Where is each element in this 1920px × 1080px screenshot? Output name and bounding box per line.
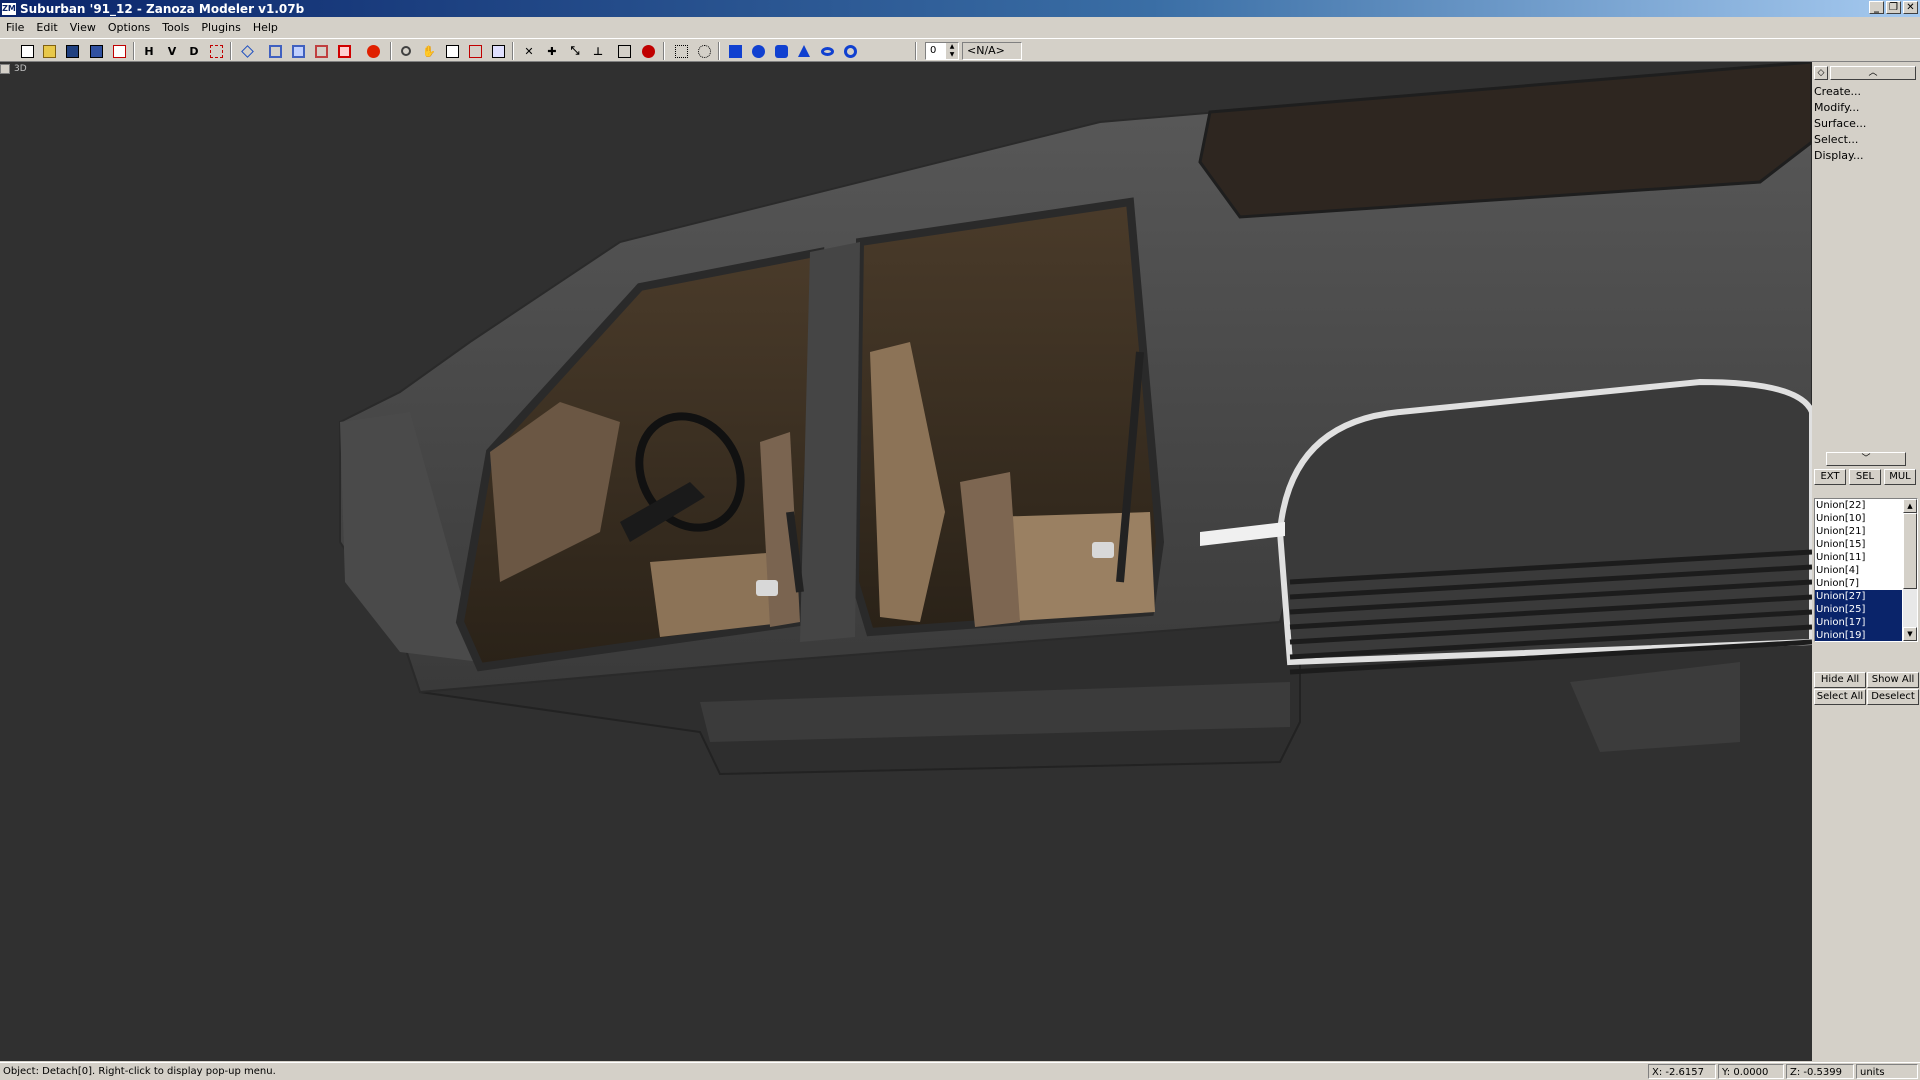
zoom-region-icon[interactable] [466, 42, 484, 60]
window-title: Suburban '91_12 - Zanoza Modeler v1.07b [20, 1, 305, 16]
menu-plugins[interactable]: Plugins [195, 19, 246, 37]
zoom-icon[interactable] [397, 42, 415, 60]
object-list-item[interactable]: Union[25] [1815, 603, 1902, 616]
menu-options[interactable]: Options [102, 19, 156, 37]
status-bar: Object: Detach[0]. Right-click to displa… [0, 1062, 1920, 1080]
menu-bar: File Edit View Options Tools Plugins Hel… [0, 18, 1920, 37]
rotate-view-icon[interactable] [443, 42, 461, 60]
select-all-button[interactable]: Select All [1814, 689, 1866, 705]
restore-button[interactable]: ❐ [1886, 1, 1901, 14]
menu-view[interactable]: View [64, 19, 102, 37]
select-rect-icon[interactable] [672, 42, 690, 60]
create-cone-icon[interactable] [795, 42, 813, 60]
object-list-item[interactable]: Union[17] [1815, 616, 1902, 629]
panel-surface[interactable]: Surface... [1814, 116, 1866, 132]
value-spinner[interactable]: 0 ▲ ▼ [925, 42, 959, 60]
save-icon[interactable] [63, 42, 81, 60]
panel-display[interactable]: Display... [1814, 148, 1863, 164]
rotate-icon[interactable]: ✚ [543, 42, 561, 60]
cube-top-icon[interactable] [312, 42, 330, 60]
scale-icon[interactable]: ⤡ [566, 42, 584, 60]
panel-modify[interactable]: Modify... [1814, 100, 1859, 116]
scroll-thumb[interactable] [1903, 513, 1917, 589]
hide-all-button[interactable]: Hide All [1814, 672, 1866, 688]
object-list-item[interactable]: Union[4] [1815, 564, 1902, 577]
status-z-coord: Z: -0.5399 [1786, 1064, 1854, 1079]
right-panel: ◇ ︿ Create... Modify... Surface... Selec… [1812, 62, 1920, 1061]
axis-icon[interactable] [207, 42, 225, 60]
scroll-up-arrow-icon[interactable]: ▲ [1903, 499, 1917, 513]
status-y-coord: Y: 0.0000 [1718, 1064, 1784, 1079]
tab-ext[interactable]: EXT [1814, 469, 1846, 485]
window-controls: _ ❐ ✕ [1869, 1, 1918, 14]
object-list-item[interactable]: Union[7] [1815, 577, 1902, 590]
spinner-value: 0 [930, 45, 937, 56]
panel-scroll-up-icon[interactable]: ︿ [1830, 66, 1916, 80]
belt-buckle-front [756, 580, 778, 596]
status-message: Object: Detach[0]. Right-click to displa… [3, 1066, 276, 1077]
object-list-item[interactable]: Union[21] [1815, 525, 1902, 538]
b-pillar [800, 242, 860, 642]
object-list-item[interactable]: Union[27] [1815, 590, 1902, 603]
belt-buckle-rear [1092, 542, 1114, 558]
create-tube-icon[interactable] [841, 42, 859, 60]
object-list-item[interactable]: Union[19] [1815, 629, 1902, 641]
hide-toggle-button[interactable]: H [140, 42, 158, 60]
save-as-icon[interactable] [87, 42, 105, 60]
object-list-item[interactable]: Union[15] [1815, 538, 1902, 551]
object-list-scrollbar[interactable]: ▲ ▼ [1903, 499, 1917, 641]
object-list-item[interactable]: Union[22] [1815, 499, 1902, 512]
close-button[interactable]: ✕ [1903, 1, 1918, 14]
mode-2d3d-icon[interactable] [615, 42, 633, 60]
create-sphere-icon[interactable] [749, 42, 767, 60]
title-bar: ZM Suburban '91_12 - Zanoza Modeler v1.0… [0, 0, 1920, 17]
panel-toggle-icon[interactable]: ◇ [1814, 66, 1828, 80]
sphere-red-icon[interactable] [364, 42, 382, 60]
tab-sel[interactable]: SEL [1849, 469, 1881, 485]
deselect-button[interactable]: Deselect [1867, 689, 1919, 705]
create-torus-icon[interactable] [818, 42, 836, 60]
new-file-icon[interactable] [18, 42, 36, 60]
status-x-coord: X: -2.6157 [1648, 1064, 1716, 1079]
move-icon[interactable]: ✕ [520, 42, 538, 60]
select-circle-icon[interactable] [695, 42, 713, 60]
open-folder-icon[interactable] [40, 42, 58, 60]
panel-scroll-down-icon[interactable]: ﹀ [1826, 452, 1906, 466]
vertex-toggle-button[interactable]: V [163, 42, 181, 60]
exhaust-housing [1570, 662, 1740, 752]
create-cylinder-icon[interactable] [772, 42, 790, 60]
panel-create[interactable]: Create... [1814, 84, 1861, 100]
create-box-icon[interactable] [726, 42, 744, 60]
menu-help[interactable]: Help [247, 19, 284, 37]
toolbar: H V D ✋ ✕ ✚ ⤡ ⊥ 0 ▲ ▼ <N/A> [0, 38, 1920, 62]
menu-tools[interactable]: Tools [156, 19, 195, 37]
menu-edit[interactable]: Edit [30, 19, 63, 37]
app-icon: ZM [2, 2, 16, 15]
mirror-icon[interactable]: ⊥ [589, 42, 607, 60]
minimize-button[interactable]: _ [1869, 1, 1884, 14]
status-units: units [1856, 1064, 1918, 1079]
export-icon[interactable] [110, 42, 128, 60]
object-list-item[interactable]: Union[10] [1815, 512, 1902, 525]
material-field[interactable]: <N/A> [962, 42, 1022, 60]
scroll-down-arrow-icon[interactable]: ▼ [1903, 627, 1917, 641]
zoom-extents-icon[interactable] [489, 42, 507, 60]
pan-hand-icon[interactable]: ✋ [420, 42, 438, 60]
zanoza-logo-icon[interactable] [639, 42, 657, 60]
vehicle-model [339, 62, 1812, 776]
panel-select[interactable]: Select... [1814, 132, 1858, 148]
cube-side-icon[interactable] [289, 42, 307, 60]
rear-wheel-arch [1276, 378, 1812, 666]
cube-front-icon[interactable] [266, 42, 284, 60]
menu-file[interactable]: File [0, 19, 30, 37]
viewport-3d[interactable]: 3D [0, 62, 1812, 1061]
object-list-item[interactable]: Union[11] [1815, 551, 1902, 564]
show-all-button[interactable]: Show All [1867, 672, 1919, 688]
select-arrow-icon[interactable] [238, 42, 256, 60]
cube-red-icon[interactable] [335, 42, 353, 60]
object-list[interactable]: Union[22] Union[10] Union[21] Union[15] Unio… [1814, 498, 1918, 642]
spinner-arrows-icon[interactable]: ▲ ▼ [946, 43, 958, 59]
detach-toggle-button[interactable]: D [185, 42, 203, 60]
tab-mul[interactable]: MUL [1884, 469, 1916, 485]
